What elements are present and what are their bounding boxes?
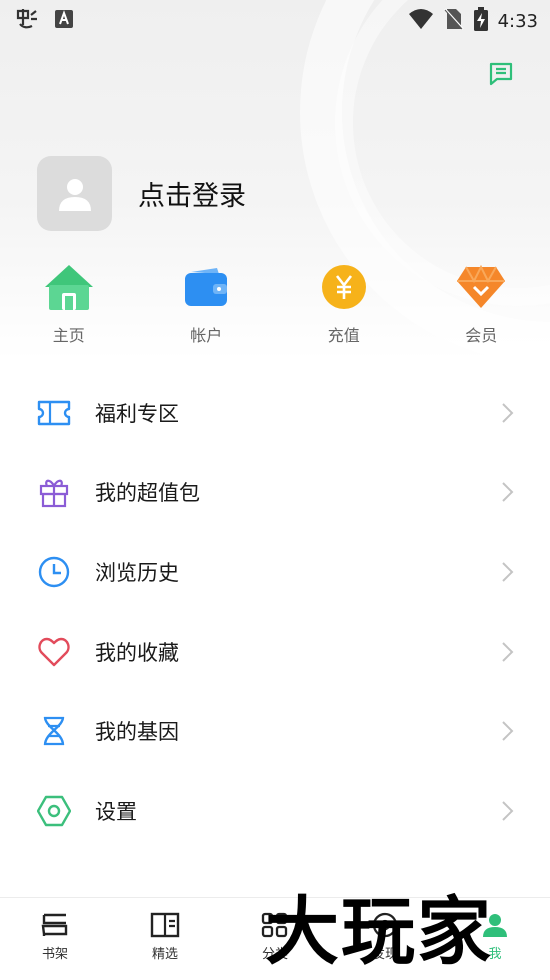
tab-label: 书架 [42, 943, 68, 962]
quick-action-label: 帐户 [190, 322, 222, 346]
dna-icon [37, 714, 71, 748]
menu-item-label: 我的超值包 [95, 477, 200, 507]
quick-actions: 主页 帐户 充值 会员 [0, 262, 550, 346]
message-icon[interactable] [487, 60, 515, 88]
menu-list: 福利专区 我的超值包 浏览历史 我的收藏 我的基因 设置 [0, 373, 550, 851]
chevron-right-icon [498, 401, 516, 425]
tab-bookshelf[interactable]: 书架 [0, 898, 110, 980]
quick-action-home[interactable]: 主页 [0, 262, 138, 346]
menu-item-label: 我的收藏 [95, 637, 179, 667]
bookshelf-icon [40, 912, 70, 938]
chevron-right-icon [498, 480, 516, 504]
login-text[interactable]: 点击登录 [138, 174, 246, 213]
avatar[interactable] [37, 156, 112, 231]
hexagon-settings-icon [37, 794, 71, 828]
quick-action-recharge[interactable]: 充值 [275, 262, 413, 346]
status-time: 4:33 [498, 11, 538, 32]
book-open-icon [150, 912, 180, 938]
chevron-right-icon [498, 560, 516, 584]
quick-action-label: 充值 [328, 322, 360, 346]
quick-action-account[interactable]: 帐户 [138, 262, 276, 346]
no-sim-icon [444, 8, 464, 34]
menu-item-favorites[interactable]: 我的收藏 [0, 612, 550, 692]
quick-action-label: 会员 [465, 322, 497, 346]
quick-action-vip[interactable]: 会员 [413, 262, 550, 346]
chevron-right-icon [498, 799, 516, 823]
tab-featured[interactable]: 精选 [110, 898, 220, 980]
menu-item-label: 福利专区 [95, 398, 179, 428]
menu-item-genes[interactable]: 我的基因 [0, 691, 550, 771]
clock-icon [37, 555, 71, 589]
tab-label: 精选 [152, 943, 178, 962]
menu-item-label: 设置 [95, 796, 137, 826]
heart-icon [37, 635, 71, 669]
menu-item-label: 浏览历史 [95, 557, 179, 587]
app-bug-icon [14, 7, 40, 35]
menu-item-label: 我的基因 [95, 716, 179, 746]
battery-charging-icon [474, 7, 488, 35]
menu-item-value-pack[interactable]: 我的超值包 [0, 453, 550, 533]
font-a-icon [54, 9, 74, 33]
status-bar: 4:33 [0, 0, 550, 38]
quick-action-label: 主页 [53, 322, 85, 346]
wallet-icon [181, 262, 231, 312]
wifi-icon [408, 8, 434, 34]
vip-diamond-icon [456, 262, 506, 312]
chevron-right-icon [498, 719, 516, 743]
menu-item-welfare[interactable]: 福利专区 [0, 373, 550, 453]
watermark: 大玩家 [265, 872, 493, 979]
yen-coin-icon [319, 262, 369, 312]
menu-item-history[interactable]: 浏览历史 [0, 532, 550, 612]
profile-login[interactable]: 点击登录 [37, 156, 246, 231]
home-icon [44, 262, 94, 312]
ticket-icon [37, 396, 71, 430]
user-placeholder-icon [56, 175, 94, 213]
menu-item-settings[interactable]: 设置 [0, 771, 550, 851]
chevron-right-icon [498, 640, 516, 664]
gift-icon [37, 475, 71, 509]
